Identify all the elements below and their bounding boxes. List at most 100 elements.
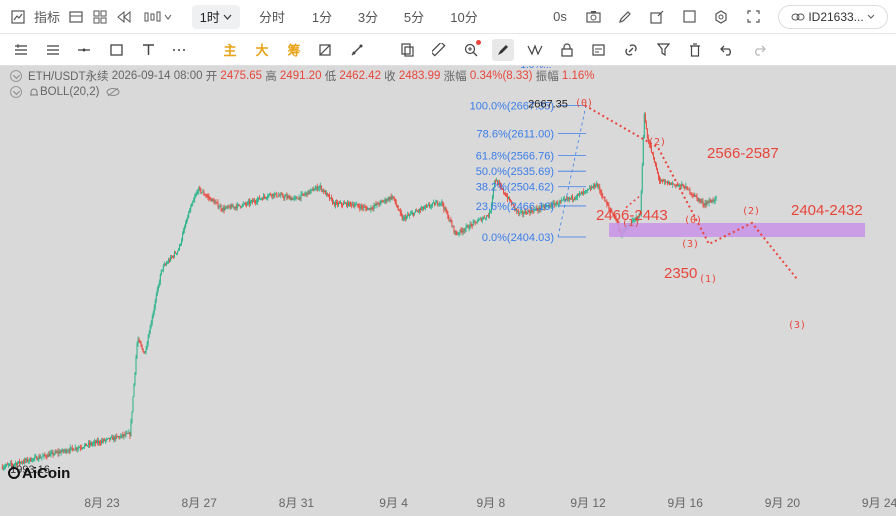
grid-icon[interactable] <box>90 5 110 29</box>
candle-body <box>471 224 473 226</box>
candle-body <box>268 194 270 197</box>
candle-body <box>594 184 596 188</box>
candle-body <box>189 210 191 213</box>
magnet-icon[interactable] <box>346 39 368 61</box>
candle-body <box>375 204 377 206</box>
rewind-icon[interactable] <box>114 5 134 29</box>
candle-body <box>505 194 507 197</box>
aicoin-watermark: AiCoin <box>22 465 70 482</box>
zoom-in-icon[interactable] <box>460 39 482 61</box>
candle-body <box>368 208 370 209</box>
target-zone <box>609 223 865 238</box>
candle-body <box>374 204 376 206</box>
eye-hidden-icon[interactable] <box>106 87 120 97</box>
brush-tool-icon[interactable] <box>492 38 514 61</box>
candle-body <box>205 195 207 197</box>
candle-body <box>165 263 167 265</box>
ruler-icon[interactable] <box>428 39 450 61</box>
candle-body <box>42 455 44 457</box>
collapse-toggle-icon[interactable] <box>10 86 22 98</box>
candle-body <box>321 189 323 191</box>
link-chain-icon[interactable] <box>620 39 642 61</box>
candle-body <box>386 200 388 202</box>
trash-icon[interactable] <box>684 39 706 61</box>
parallel-lines-icon[interactable] <box>42 39 64 61</box>
candle-body <box>393 197 395 199</box>
candle-body <box>122 434 124 437</box>
candle-body <box>312 188 314 192</box>
candle-body <box>243 203 245 204</box>
settings-gear-icon[interactable] <box>710 5 732 29</box>
candle-body <box>643 114 645 139</box>
fullscreen-icon[interactable] <box>678 5 700 29</box>
text-tool-icon[interactable] <box>137 39 159 61</box>
alert-edit-icon[interactable] <box>588 39 610 61</box>
candle-body <box>240 206 242 208</box>
candle-body <box>35 456 37 458</box>
candle-body <box>356 204 358 205</box>
candle-body <box>451 222 453 227</box>
lock-icon[interactable] <box>556 39 578 61</box>
candle-body <box>21 462 23 463</box>
interval-tab-10m[interactable]: 10分 <box>444 5 484 29</box>
candle-body <box>371 207 373 209</box>
redo-icon[interactable] <box>748 39 770 61</box>
tool-main[interactable]: 主 <box>220 38 240 62</box>
pen-icon[interactable] <box>614 5 636 29</box>
indicator-chart-icon[interactable] <box>8 5 28 29</box>
interval-tab-timeline[interactable]: 分时 <box>254 5 290 29</box>
candle-body <box>690 193 692 195</box>
candle-body <box>229 207 231 209</box>
bell-icon[interactable] <box>28 86 40 98</box>
chevron-down-icon <box>223 14 232 20</box>
horizontal-line-icon[interactable] <box>73 39 95 61</box>
lock-drawing-icon[interactable] <box>314 39 336 61</box>
candle-body <box>575 197 577 198</box>
candle-body <box>653 157 655 163</box>
candle-type-dropdown[interactable] <box>140 5 176 29</box>
collapse-toggle-icon[interactable] <box>10 70 22 82</box>
candle-body <box>151 317 153 323</box>
chart-area[interactable]: 100.0%(2667.35) 78.6%(2611.00) 61.8%(2566.… <box>0 66 896 516</box>
candle-body <box>264 195 266 197</box>
more-icon[interactable] <box>168 39 190 61</box>
candle-body <box>654 162 656 166</box>
rectangle-tool-icon[interactable] <box>105 39 127 61</box>
menu-icon[interactable] <box>10 39 32 61</box>
account-selector[interactable]: ID21633... <box>778 4 888 29</box>
export-icon[interactable] <box>646 5 668 29</box>
candle-body <box>239 205 241 207</box>
pattern-tool-icon[interactable] <box>524 39 546 61</box>
tool-chips[interactable]: 筹 <box>284 38 304 62</box>
interval-tab-5m[interactable]: 5分 <box>398 5 430 29</box>
tool-large[interactable]: 大 <box>252 38 272 62</box>
layout-icon[interactable] <box>68 5 84 29</box>
candle-body <box>253 200 255 202</box>
candlestick-chart-svg[interactable]: 100.0%(2667.35)78.6%(2611.00)61.8%(2566.… <box>0 66 896 516</box>
candle-body <box>115 435 117 440</box>
candle-body <box>394 198 396 203</box>
candle-body <box>458 233 460 235</box>
interval-tab-3m[interactable]: 3分 <box>352 5 384 29</box>
fib-level-label: 50.0%(2535.69) <box>476 166 554 178</box>
copy-icon[interactable] <box>396 39 418 61</box>
candle-body <box>470 224 472 225</box>
candle-body <box>315 186 317 189</box>
candle-body <box>51 452 53 454</box>
candle-body <box>486 215 488 217</box>
expand-icon[interactable] <box>742 5 764 29</box>
candle-body <box>317 188 319 190</box>
filter-icon[interactable] <box>652 39 674 61</box>
candle-body <box>688 189 690 191</box>
interval-selector[interactable]: 1时 <box>192 4 240 29</box>
candle-body <box>297 198 299 200</box>
camera-icon[interactable] <box>582 5 604 29</box>
interval-tab-1m[interactable]: 1分 <box>306 5 338 29</box>
candle-body <box>172 256 174 257</box>
indicators-button[interactable]: 指标 <box>30 5 64 29</box>
undo-icon[interactable] <box>716 39 738 61</box>
candle-body <box>419 208 421 212</box>
candle-body <box>112 436 114 440</box>
candle-body <box>140 343 142 346</box>
candle-body <box>700 200 702 202</box>
